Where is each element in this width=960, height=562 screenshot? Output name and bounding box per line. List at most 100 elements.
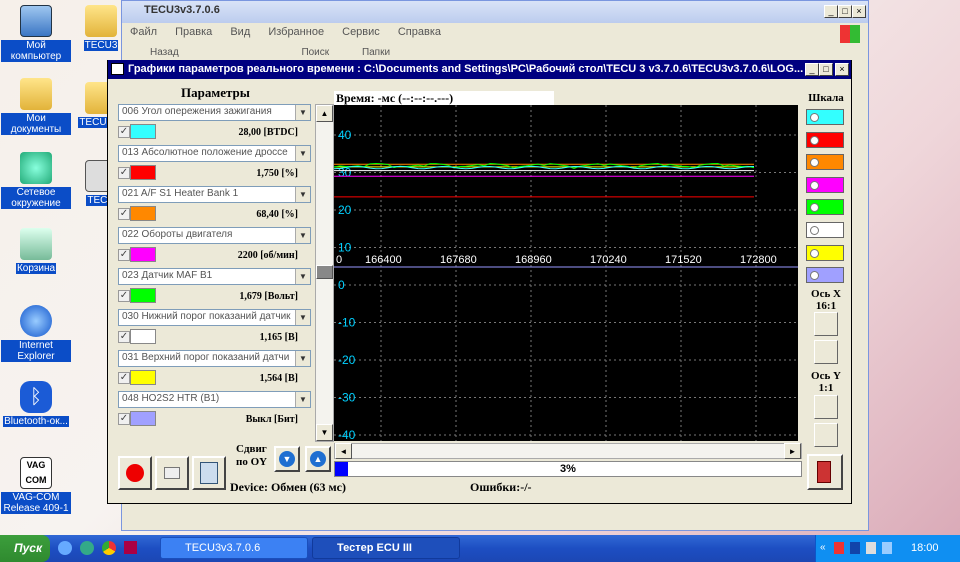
param-select[interactable]: 031 Верхний порог показаний датчи ▼ [118,350,311,367]
desktop-icon-tecu3-folder[interactable]: TECU3 [76,5,126,51]
tray-volume-icon[interactable] [866,542,876,554]
param-color-swatch[interactable] [130,288,156,303]
chart-hscrollbar[interactable]: ◄ ► [334,443,802,459]
param-color-swatch[interactable] [130,247,156,262]
exit-door-icon [817,461,831,483]
shift-up-button[interactable]: ▲ [305,446,331,472]
axis-y-zoom-in-button[interactable] [814,395,838,419]
tray-expand-icon[interactable]: « [820,542,826,553]
scale-radio[interactable] [806,109,844,125]
param-select[interactable]: 022 Обороты двигателя ▼ [118,227,311,244]
param-select[interactable]: 013 Абсолютное положение дроссе ▼ [118,145,311,162]
tray-network-icon[interactable] [882,542,892,554]
param-color-swatch[interactable] [130,370,156,385]
taskbar-task-tester[interactable]: Тестер ECU III [312,537,460,559]
desktop-icon-bluetooth[interactable]: ᛒ Bluetooth-ок... [1,381,71,427]
graph-minimize-button[interactable]: _ [805,63,819,76]
maximize-button[interactable]: □ [838,5,852,18]
param-select[interactable]: 023 Датчик MAF B1 ▼ [118,268,311,285]
tray-bluetooth-icon[interactable] [850,542,860,554]
scale-radio[interactable] [806,244,844,261]
open-folder-button[interactable] [155,456,189,490]
exit-button[interactable] [807,454,843,490]
param-value: 2200 [об/мин] [237,250,298,261]
explorer-title-bar[interactable]: TECU3v3.7.0.6 [122,1,868,23]
search-button[interactable]: Поиск [301,47,329,58]
param-select-text: 006 Угол опережения зажигания [122,106,272,117]
params-scrollbar[interactable]: ▲ ▼ [315,104,334,442]
quicklaunch-browser-icon[interactable] [80,541,94,555]
start-button[interactable]: Пуск [0,535,50,562]
desktop-icon-internet-explorer[interactable]: Internet Explorer [1,305,71,362]
scroll-up-button[interactable]: ▲ [316,105,333,122]
graph-close-button[interactable]: × [835,63,849,76]
menu-help[interactable]: Справка [398,26,441,38]
param-checkbox[interactable]: ✓ [118,167,130,179]
taskbar: Пуск TECU3v3.7.0.6 Тестер ECU III RU « 1… [0,535,960,562]
axis-y-zoom-out-button[interactable] [814,423,838,447]
scale-radio[interactable] [806,199,844,216]
param-color-swatch[interactable] [130,165,156,180]
x-tick-label: 172800 [740,254,777,266]
param-checkbox[interactable]: ✓ [118,290,130,302]
minimize-button[interactable]: _ [824,5,838,18]
axis-x-zoom-in-button[interactable] [814,312,838,336]
param-checkbox[interactable]: ✓ [118,208,130,220]
desktop-icon-my-documents[interactable]: Мои документы [1,78,71,135]
param-select[interactable]: 048 HO2S2 HTR (B1) ▼ [118,391,311,408]
scale-radio[interactable] [806,176,844,193]
param-checkbox[interactable]: ✓ [118,413,130,425]
menu-view[interactable]: Вид [230,26,250,38]
chevron-down-icon: ▼ [295,351,310,366]
menu-tools[interactable]: Сервис [342,26,380,38]
document-icon [200,462,218,484]
graph-window-title-bar[interactable]: Графики параметров реального времени : C… [108,60,851,79]
scale-radio[interactable] [806,222,844,238]
tray-security-icon[interactable] [834,542,844,554]
scale-radio[interactable] [806,267,844,284]
progress-text: 3% [560,463,576,475]
hscroll-right-button[interactable]: ► [784,443,801,459]
chevron-down-icon: ▼ [295,269,310,284]
axis-x-label: Ось X 16:1 [804,288,848,312]
close-button[interactable]: × [852,5,866,18]
desktop-icon-vag-com[interactable]: VAG COM VAG-COM Release 409-1 [1,457,71,514]
folders-button[interactable]: Папки [362,47,390,58]
axis-y-value: 1:1 [818,382,834,394]
taskbar-task-explorer[interactable]: TECU3v3.7.0.6 [160,537,308,559]
scroll-thumb[interactable] [316,265,333,279]
menu-edit[interactable]: Правка [175,26,212,38]
scroll-down-button[interactable]: ▼ [316,424,333,441]
quicklaunch-chrome-icon[interactable] [102,541,116,555]
desktop-icon-my-computer[interactable]: Мой компьютер [1,5,71,62]
scale-radio[interactable] [806,154,844,171]
scale-radio[interactable] [806,131,844,148]
folder-icon [85,5,117,37]
graph-window[interactable]: Графики параметров реального времени : C… [107,60,852,504]
param-select[interactable]: 021 A/F S1 Heater Bank 1 ▼ [118,186,311,203]
record-button[interactable] [118,456,152,490]
desktop-icon-network[interactable]: Сетевое окружение [1,152,71,209]
param-color-swatch[interactable] [130,206,156,221]
axis-x-zoom-out-button[interactable] [814,340,838,364]
quicklaunch-ie-icon[interactable] [58,541,72,555]
param-color-swatch[interactable] [130,411,156,426]
menu-file[interactable]: Файл [130,26,157,38]
menu-favorites[interactable]: Избранное [268,26,324,38]
param-checkbox[interactable]: ✓ [118,372,130,384]
hscroll-left-button[interactable]: ◄ [335,443,352,459]
param-color-swatch[interactable] [130,124,156,139]
param-select[interactable]: 006 Угол опережения зажигания ▼ [118,104,311,121]
save-log-button[interactable] [192,456,226,490]
param-select[interactable]: 030 Нижний порог показаний датчик ▼ [118,309,311,326]
param-color-swatch[interactable] [130,329,156,344]
quicklaunch-save-icon[interactable] [124,541,137,554]
shift-down-button[interactable]: ▼ [274,446,300,472]
graph-maximize-button[interactable]: □ [819,63,833,76]
param-checkbox[interactable]: ✓ [118,331,130,343]
back-button[interactable]: Назад [150,47,179,58]
param-checkbox[interactable]: ✓ [118,249,130,261]
time-label: Время: -мс (--:--:--.---) [334,91,554,105]
param-checkbox[interactable]: ✓ [118,126,130,138]
desktop-icon-recycle-bin[interactable]: Корзина [1,228,71,274]
